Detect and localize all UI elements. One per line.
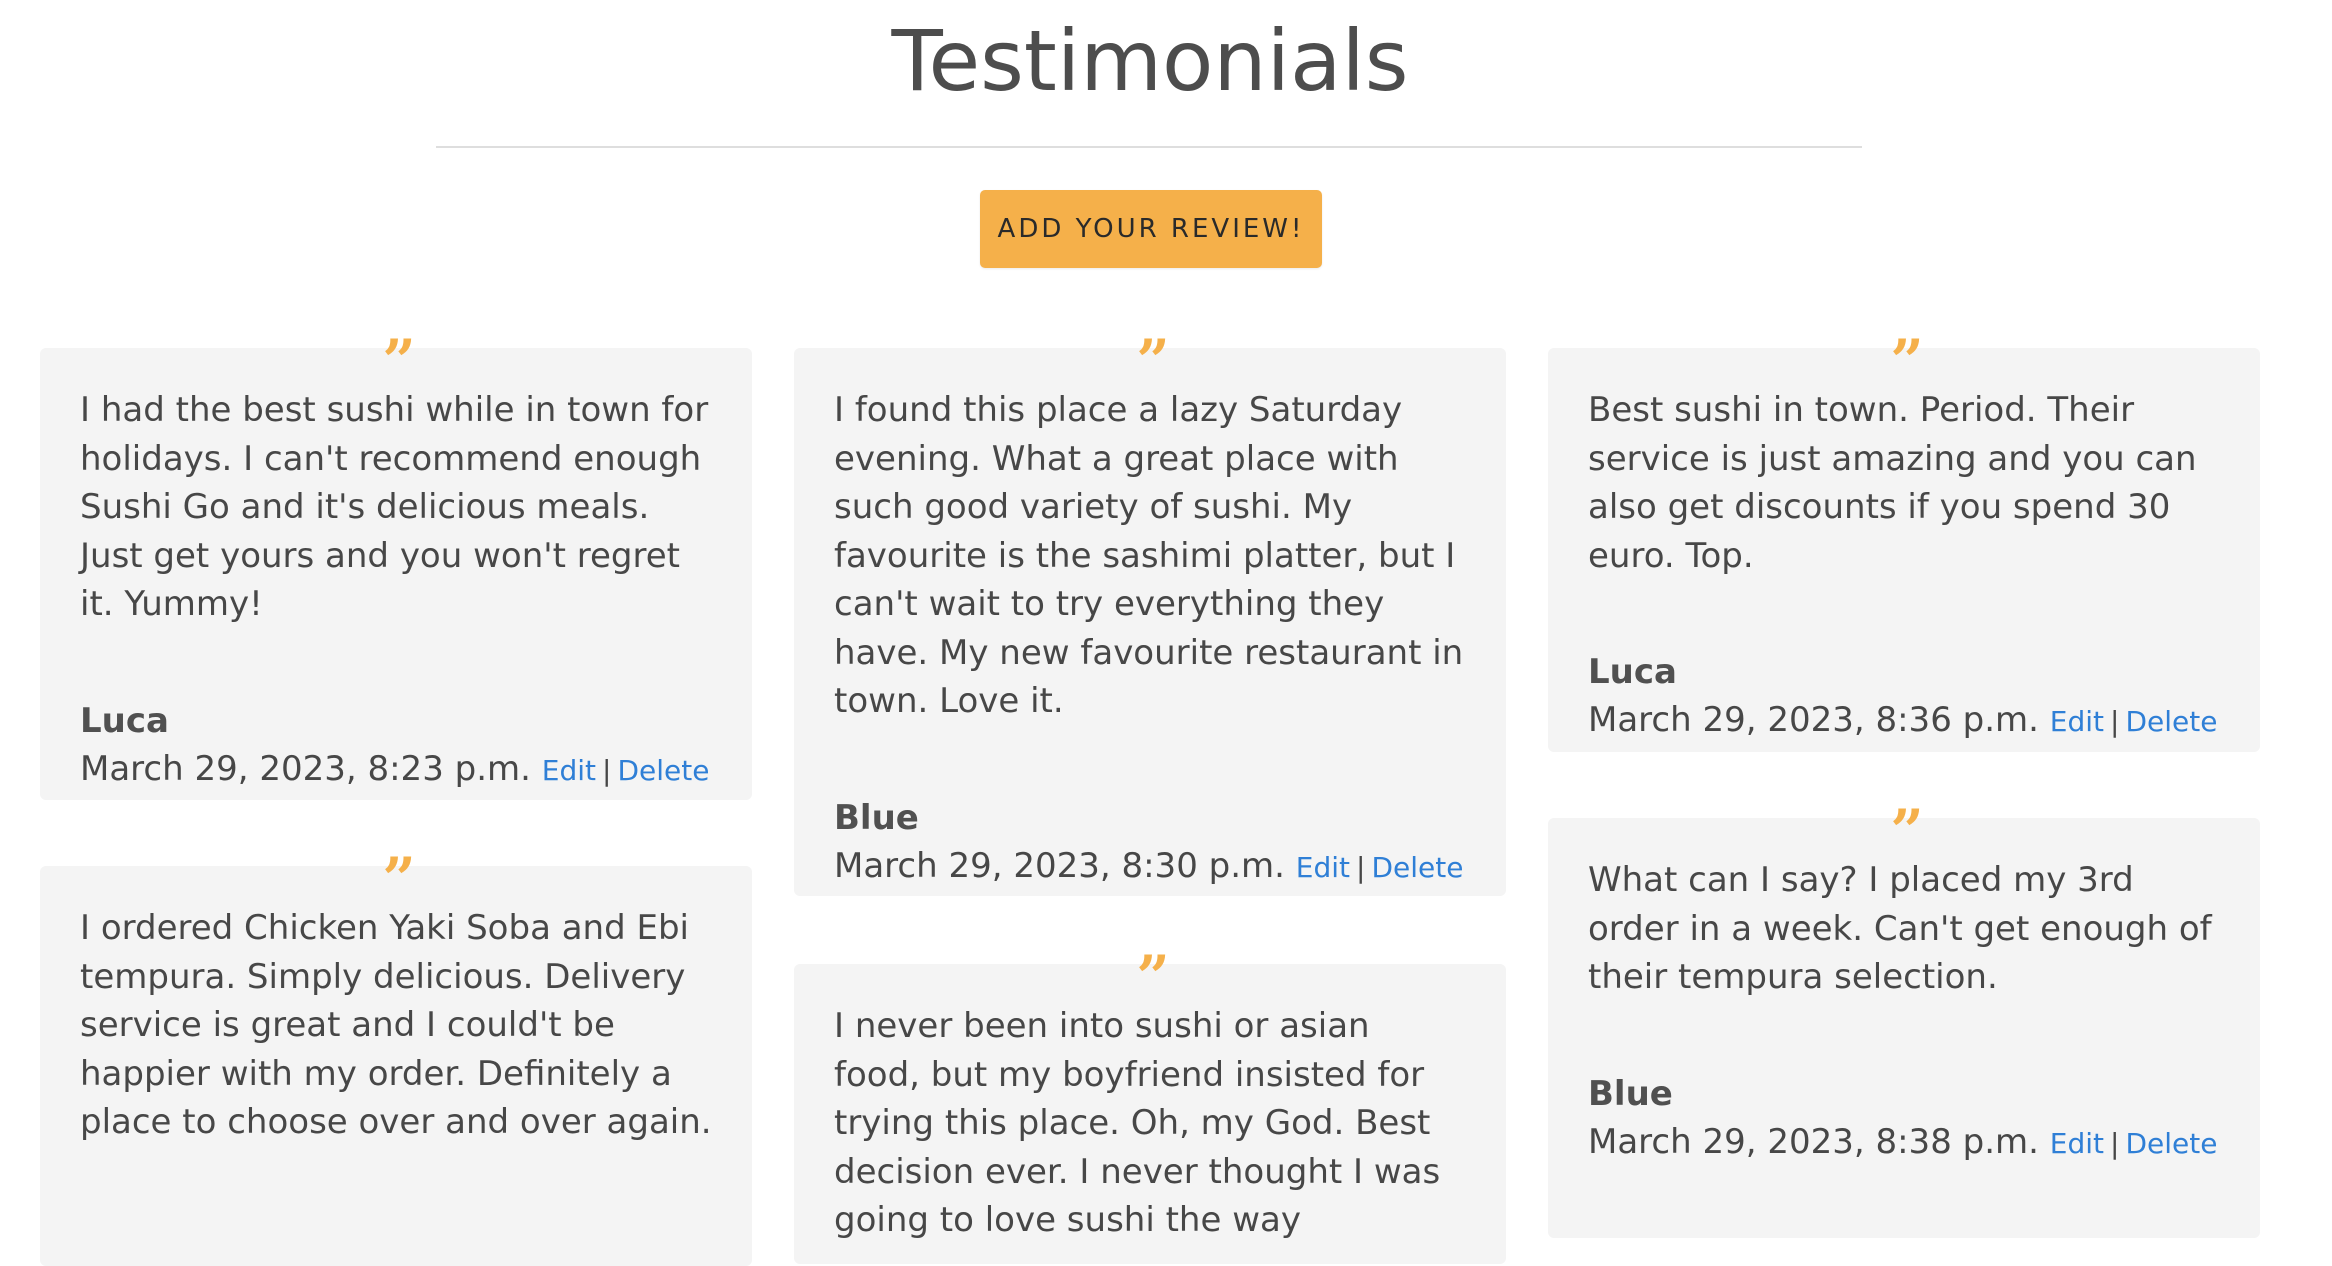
delete-link[interactable]: Delete xyxy=(2125,1127,2217,1160)
edit-link[interactable]: Edit xyxy=(2050,1127,2104,1160)
action-separator: | xyxy=(2110,705,2120,738)
review-text: I ordered Chicken Yaki Soba and Ebi temp… xyxy=(80,908,712,1142)
testimonial-card: ” I never been into sushi or asian food,… xyxy=(794,948,1506,1264)
action-separator: | xyxy=(1356,850,1366,884)
review-date: March 29, 2023, 8:38 p.m. xyxy=(1588,1121,2039,1162)
action-separator: | xyxy=(2110,1126,2120,1160)
review-author: Luca xyxy=(1588,652,1677,692)
review-text: What can I say? I placed my 3rd order in… xyxy=(1588,860,2212,997)
edit-link[interactable]: Edit xyxy=(1296,851,1350,884)
double-quote-icon: ” xyxy=(1890,327,1923,395)
testimonial-card: ” I found this place a lazy Saturday eve… xyxy=(794,332,1506,896)
double-quote-icon: ” xyxy=(1136,943,1169,1011)
edit-link[interactable]: Edit xyxy=(542,754,596,787)
testimonial-card: ” What can I say? I placed my 3rd order … xyxy=(1548,802,2260,1238)
review-text: Best sushi in town. Period. Their servic… xyxy=(1588,390,2197,576)
add-review-button[interactable]: ADD YOUR REVIEW! xyxy=(980,190,1322,268)
review-text: I had the best sushi while in town for h… xyxy=(80,390,709,624)
delete-link[interactable]: Delete xyxy=(1371,851,1463,884)
review-author: Blue xyxy=(834,797,919,838)
testimonial-card: ” I had the best sushi while in town for… xyxy=(40,332,752,800)
double-quote-icon: ” xyxy=(1136,327,1169,395)
review-date: March 29, 2023, 8:23 p.m. xyxy=(80,748,531,789)
review-text: I never been into sushi or asian food, b… xyxy=(834,1006,1441,1240)
review-author: Blue xyxy=(1588,1073,1673,1114)
review-date: March 29, 2023, 8:36 p.m. xyxy=(1588,700,2039,740)
review-author: Luca xyxy=(80,700,169,741)
double-quote-icon: ” xyxy=(382,845,415,913)
title-divider xyxy=(436,146,1862,148)
review-meta: March 29, 2023, 8:30 p.m. Edit | Delete xyxy=(834,842,1466,892)
delete-link[interactable]: Delete xyxy=(617,754,709,787)
double-quote-icon: ” xyxy=(382,327,415,395)
testimonial-card: ” I ordered Chicken Yaki Soba and Ebi te… xyxy=(40,850,752,1266)
review-meta: March 29, 2023, 8:23 p.m. Edit | Delete xyxy=(80,745,712,795)
action-separator: | xyxy=(602,753,612,787)
review-meta: March 29, 2023, 8:36 p.m. Edit | Delete xyxy=(1588,696,2220,746)
testimonial-card: ” Best sushi in town. Period. Their serv… xyxy=(1548,332,2260,752)
delete-link[interactable]: Delete xyxy=(2125,705,2217,738)
double-quote-icon: ” xyxy=(1890,797,1923,865)
review-date: March 29, 2023, 8:30 p.m. xyxy=(834,845,1285,886)
review-text: I found this place a lazy Saturday eveni… xyxy=(834,390,1464,721)
page-title: Testimonials xyxy=(891,12,1409,110)
review-meta: March 29, 2023, 8:38 p.m. Edit | Delete xyxy=(1588,1118,2220,1168)
edit-link[interactable]: Edit xyxy=(2050,705,2104,738)
